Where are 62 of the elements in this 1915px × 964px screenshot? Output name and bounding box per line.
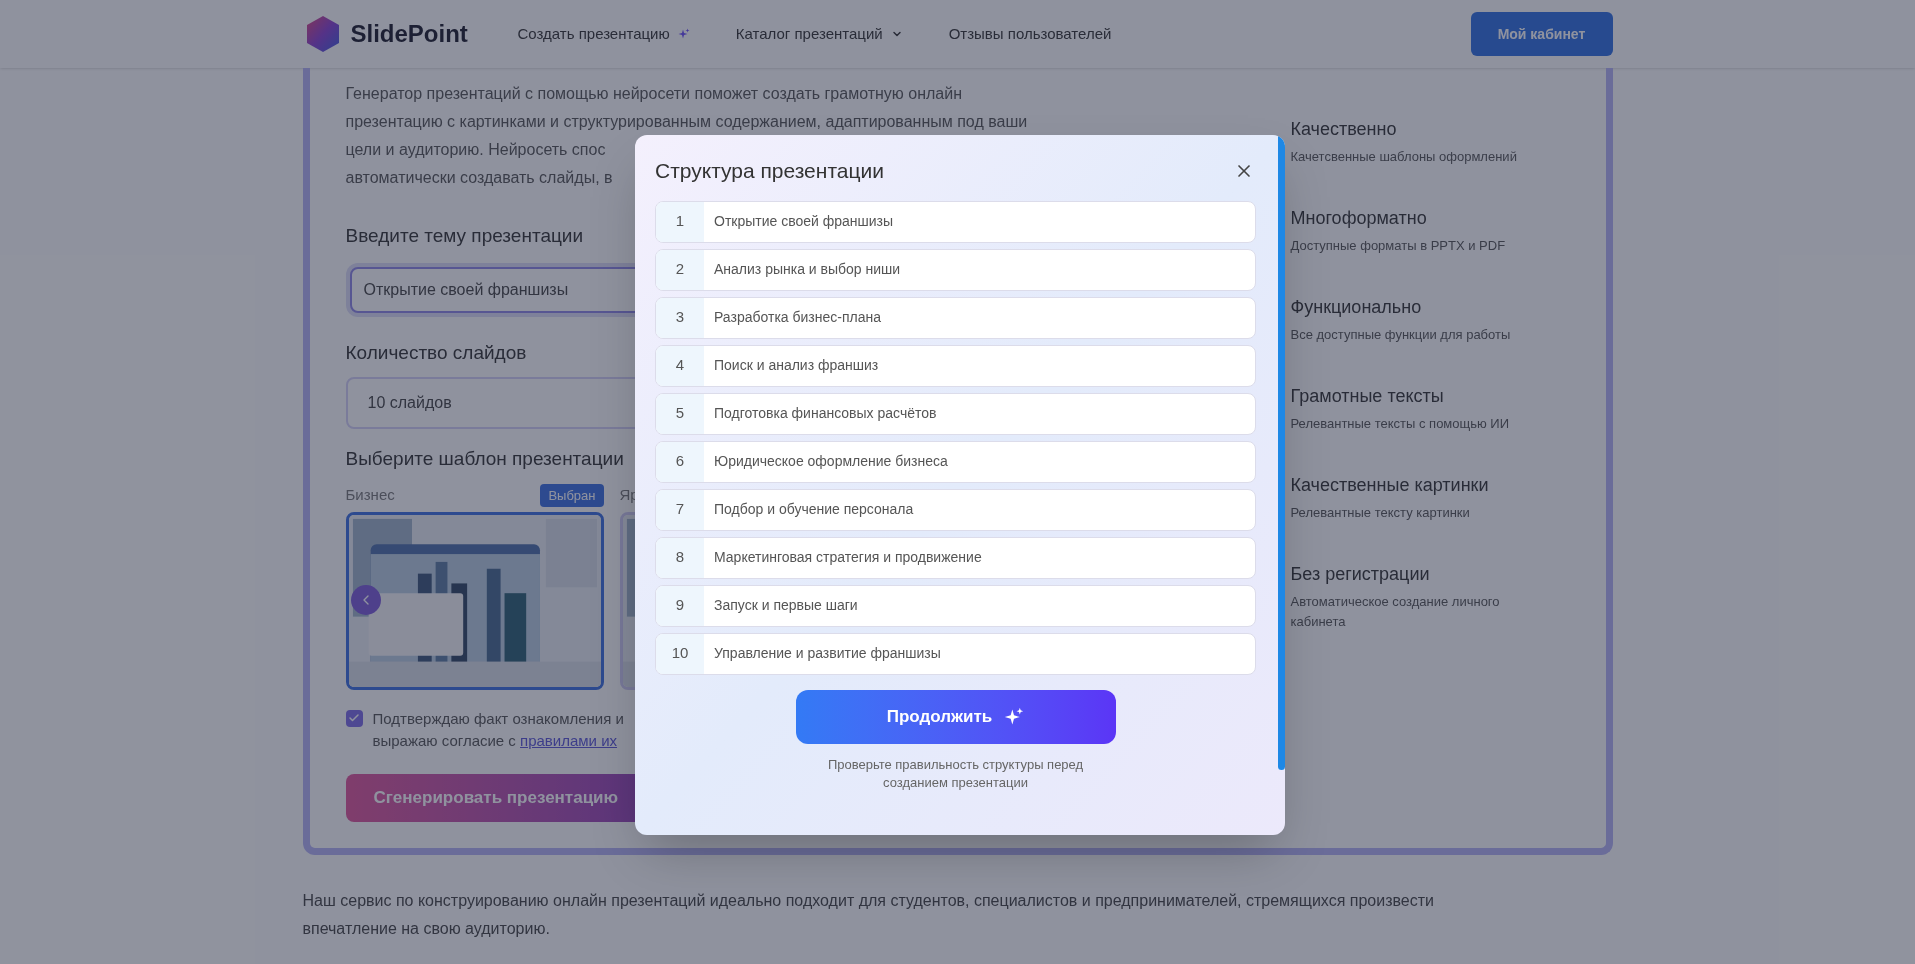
slide-number: 8 [656,537,704,578]
intro-text: автоматически создавать слайды, в [345,168,613,188]
feature-subtitle: Автоматическое создание личного кабинета [1290,593,1501,631]
intro-text: презентацию с картинками и структурированным содержанием, адаптированным под ваши [345,112,1028,132]
slide-row[interactable]: 10 Управление и развитие франшизы [655,632,1256,675]
slide-number: 10 [656,633,704,674]
feature-subtitle: Все доступные функции для работы [1290,326,1512,344]
slide-row[interactable]: 7 Подбор и обучение персонала [655,488,1256,531]
consent-checkbox[interactable] [345,709,363,727]
selected-badge: Выбран [540,483,604,508]
feature-title: Многоформатно [1290,207,1428,230]
check-icon [348,712,360,724]
slide-title: Открытие своей франшизы [713,212,894,231]
slide-row[interactable]: 6 Юридическое оформление бизнеса [655,440,1256,483]
slide-title: Запуск и первые шаги [713,596,858,615]
consent-text: Подтверждаю факт ознакомления и выражаю согласие с правилами их [372,708,624,751]
service-description: Наш сервис по конструированию онлайн презентаций идеально подходит для студентов, специалистов и предпринимателей, стремящихся произвести впечатление на свою аудиторию. [302,891,1435,939]
field-label: Выберите шаблон презентации [345,447,624,471]
logo-text: SlidePoint [350,19,468,49]
feature-title: Без регистрации [1290,563,1431,586]
nav-link[interactable]: Отзывы пользователей [948,22,1112,46]
slide-row[interactable]: 4 Поиск и анализ франшиз [655,344,1256,387]
slide-number: 3 [656,297,704,338]
feature-subtitle: Доступные форматы в PPTX и PDF [1290,237,1507,255]
field-label: Количество слайдов [345,340,527,365]
sparkle-icon [677,28,690,40]
nav-link[interactable]: Каталог презентаций [735,22,903,46]
slide-number: 7 [656,489,704,530]
slide-title: Подбор и обучение персонала [713,500,914,519]
slide-row[interactable]: 2 Анализ рынка и выбор ниши [655,248,1256,291]
slide-number: 6 [656,441,704,482]
slide-title: Поиск и анализ франшиз [713,356,879,375]
feature-subtitle: Качетсвенные шаблоны оформлений [1290,148,1518,166]
feature-title: Грамотные тексты [1290,385,1445,408]
slide-title: Юридическое оформление бизнеса [713,452,948,471]
feature-title: Качественно [1290,118,1398,141]
slide-title: Управление и развитие франшизы [713,644,941,663]
intro-text: Генератор презентаций с помощью нейросети поможет создать грамотную онлайн [345,84,963,104]
hint-text: Проверьте правильность структуры перед созданием презентации [826,755,1085,792]
slide-row[interactable]: 8 Маркетинговая стратегия и продвижение [655,536,1256,579]
sparkle-icon [1004,706,1025,727]
feature-subtitle: Релевантные тексту картинки [1290,504,1471,522]
feature-subtitle: Релевантные тексты с помощью ИИ [1290,415,1511,433]
feature-title: Качественные картинки [1290,474,1490,497]
intro-text: цели и аудиторию. Нейросеть спос [345,140,606,160]
slide-row[interactable]: 1 Открытие своей франшизы [655,200,1256,243]
slide-number: 9 [656,585,704,626]
scrollbar[interactable] [1278,135,1285,770]
field-label: Введите тему презентации [345,224,584,248]
slide-number: 4 [656,345,704,386]
continue-button[interactable]: Продолжить [795,689,1116,744]
slide-number: 2 [656,249,704,290]
template-name: Бизнес [345,485,395,506]
slide-number: 1 [656,201,704,242]
slide-title: Маркетинговая стратегия и продвижение [713,548,982,567]
slide-row[interactable]: 9 Запуск и первые шаги [655,584,1256,627]
nav-link[interactable]: Создать презентацию [517,22,690,46]
slide-number: 5 [656,393,704,434]
feature-title: Функционально [1290,296,1423,319]
slide-row[interactable]: 5 Подготовка финансовых расчётов [655,392,1256,435]
dialog-title: Структура презентации [655,158,884,184]
slide-row[interactable]: 3 Разработка бизнес-плана [655,296,1256,339]
